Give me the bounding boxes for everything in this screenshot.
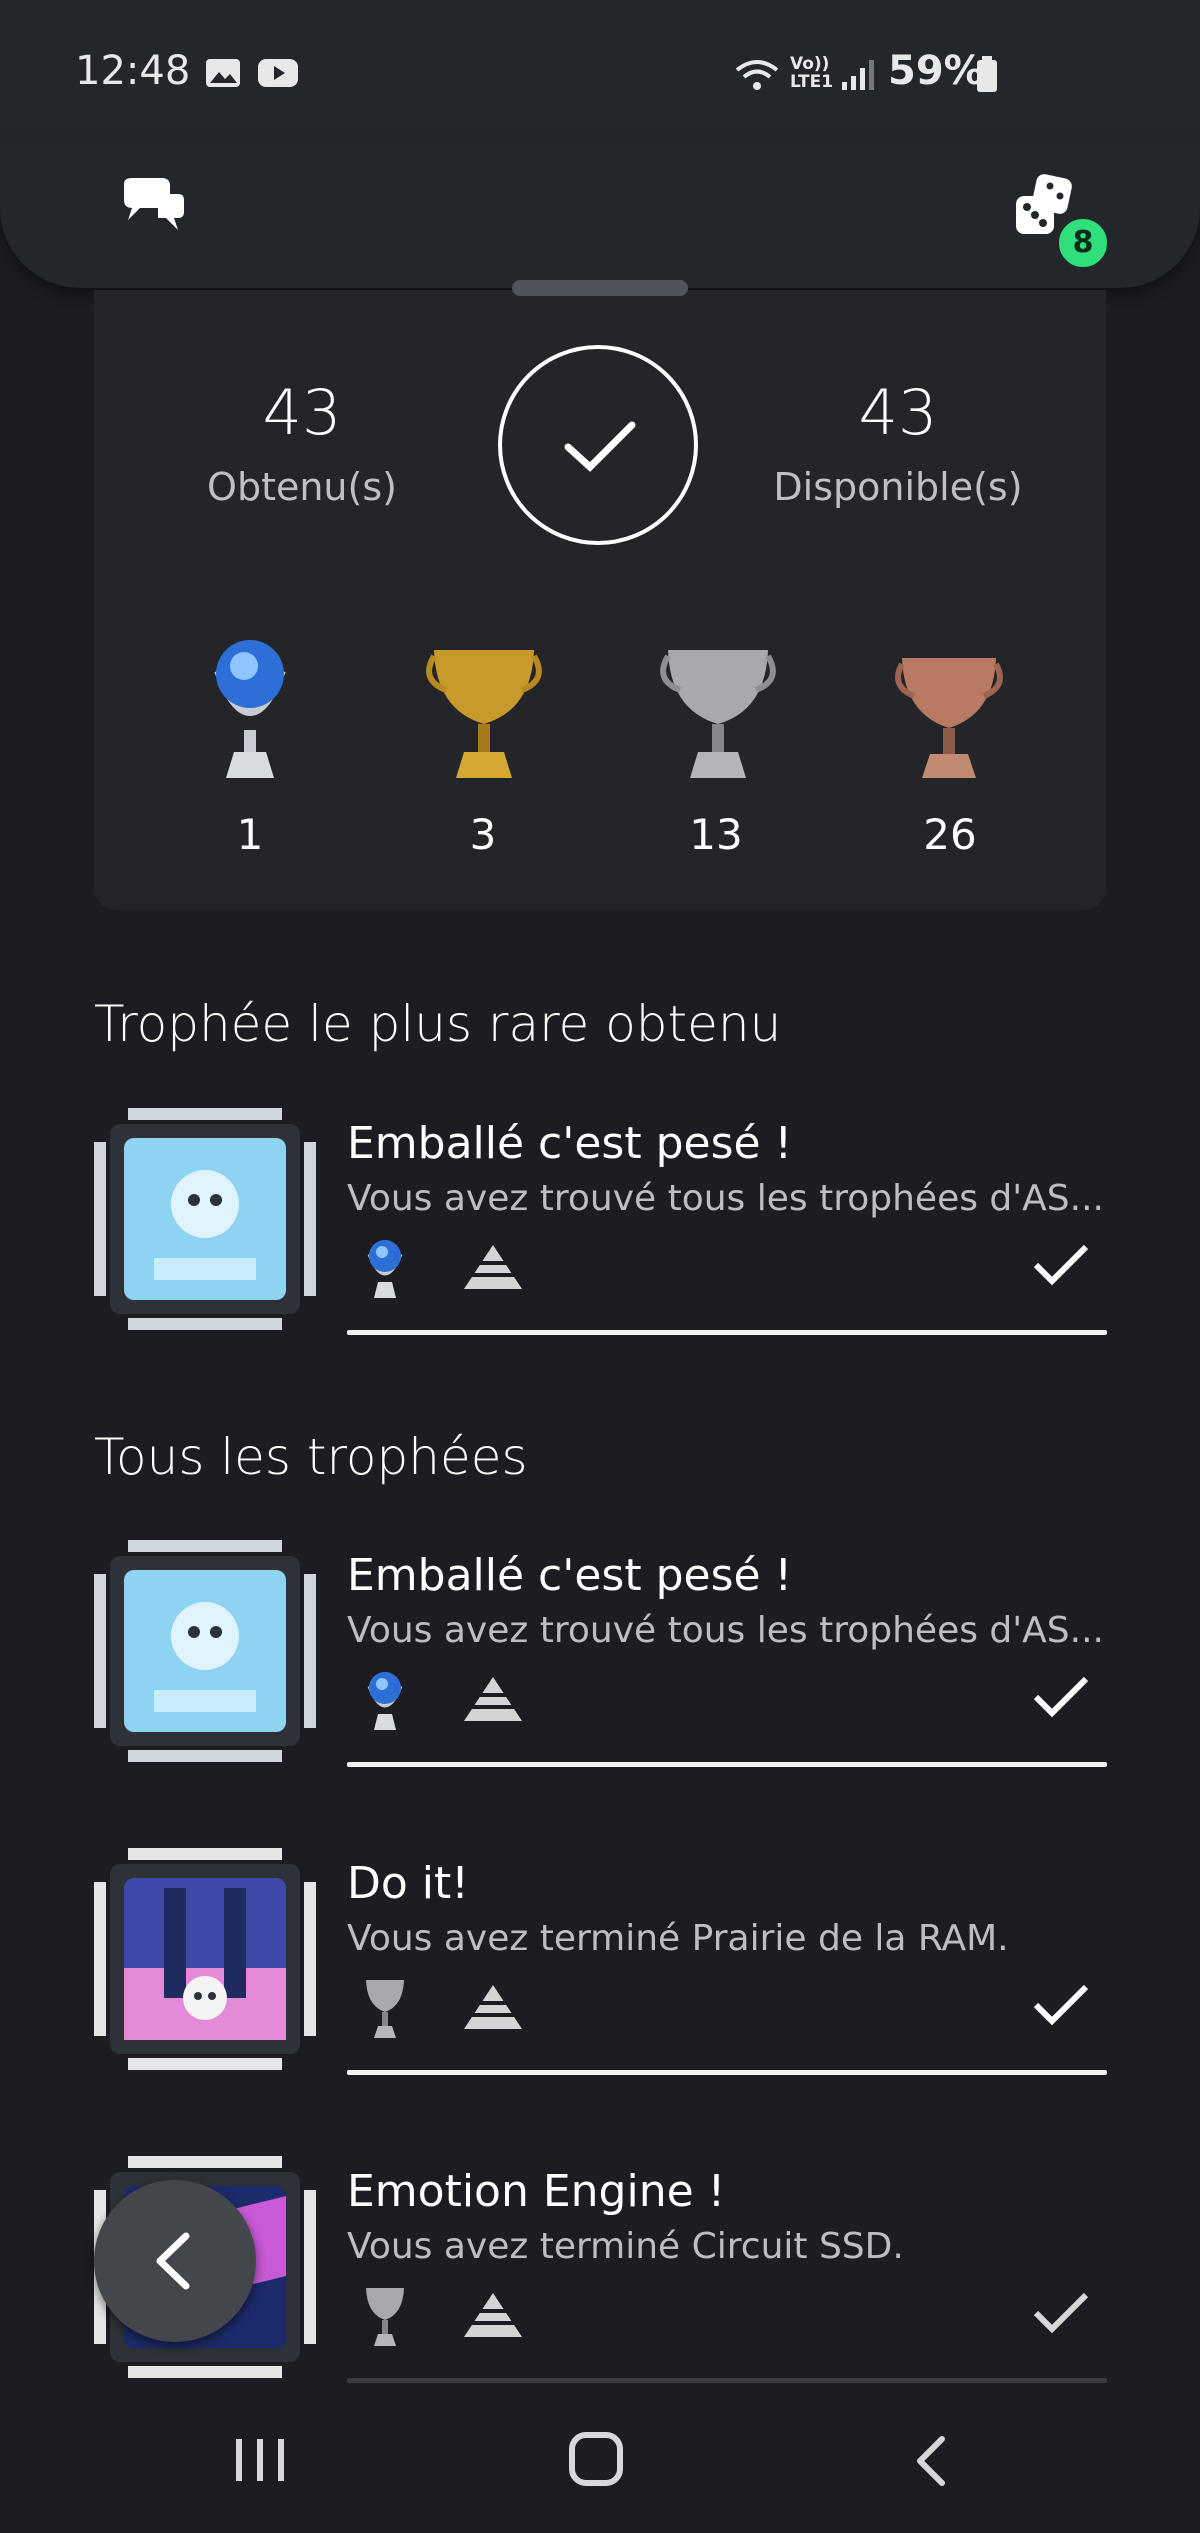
home-icon[interactable] — [568, 2431, 624, 2487]
silver-trophy-icon — [660, 650, 776, 778]
platinum-grade-icon — [367, 1240, 403, 1298]
trophy-description: Vous avez trouvé tous les trophées d'AS.… — [347, 1610, 1104, 1651]
status-bar: 12:48 Vo)) LTE1 59% — [0, 0, 1200, 140]
rarity-pyramid-icon — [462, 2293, 524, 2337]
earned-check-icon — [1033, 2292, 1089, 2334]
trophy-progress-bar — [347, 2070, 1107, 2075]
platinum-grade-icon — [367, 1672, 403, 1730]
trophy-description: Vous avez trouvé tous les trophées d'AS.… — [347, 1178, 1104, 1219]
bronze-count: 26 — [923, 810, 977, 859]
all-trophies-heading: Tous les trophées — [94, 1428, 528, 1486]
back-button[interactable] — [94, 2180, 256, 2342]
rarity-pyramid-icon — [462, 1245, 524, 1289]
platinum-count: 1 — [236, 810, 264, 859]
trophy-progress-bar — [347, 1762, 1107, 1767]
gallery-icon — [206, 59, 240, 87]
trophy-row[interactable]: Do it! Vous avez terminé Prairie de la R… — [94, 1848, 1107, 2078]
game-library-button[interactable]: 8 — [1012, 174, 1110, 270]
recent-apps-icon[interactable] — [232, 2435, 288, 2485]
trophy-row[interactable]: Emballé c'est pesé ! Vous avez trouvé to… — [94, 1540, 1107, 1770]
status-time: 12:48 — [75, 48, 191, 94]
gold-count: 3 — [469, 810, 497, 859]
trophy-title: Emballé c'est pesé ! — [347, 1118, 793, 1169]
system-back-icon[interactable] — [912, 2435, 952, 2487]
platinum-trophy-icon — [214, 640, 286, 778]
available-count: 43 — [858, 376, 938, 449]
network-label: Vo)) LTE1 — [790, 54, 834, 92]
earned-count: 43 — [262, 376, 342, 449]
trophy-description: Vous avez terminé Circuit SSD. — [347, 2226, 904, 2267]
wifi-icon — [735, 60, 779, 90]
silver-grade-icon — [366, 1980, 404, 2038]
trophy-description: Vous avez terminé Prairie de la RAM. — [347, 1918, 1009, 1959]
available-label: Disponible(s) — [773, 465, 1023, 509]
signal-icon — [842, 60, 874, 90]
rarity-pyramid-icon — [462, 1985, 524, 2029]
gold-trophy-icon — [426, 650, 542, 778]
youtube-icon — [258, 59, 298, 87]
bronze-trophy-icon — [895, 658, 1003, 778]
notification-badge: 8 — [1056, 216, 1110, 270]
trophy-art-icon — [94, 1848, 316, 2070]
earned-check-icon — [1033, 1676, 1089, 1718]
system-nav-bar — [0, 2385, 1200, 2533]
trophy-title: Emotion Engine ! — [347, 2166, 726, 2217]
trophy-progress-bar — [347, 1330, 1107, 1335]
completion-check-icon — [498, 345, 698, 545]
earned-check-icon — [1033, 1244, 1089, 1286]
battery-percent: 59% — [888, 48, 984, 94]
trophy-art-icon — [94, 1108, 316, 1330]
silver-grade-icon — [366, 2288, 404, 2346]
trophy-art-icon — [94, 1540, 316, 1762]
chevron-left-icon — [156, 2232, 190, 2290]
rarest-trophy-heading: Trophée le plus rare obtenu — [94, 995, 782, 1053]
sheet-drag-handle[interactable] — [512, 280, 688, 296]
earned-check-icon — [1033, 1984, 1089, 2026]
trophy-progress-bar — [347, 2378, 1107, 2383]
trophy-title: Do it! — [347, 1858, 469, 1909]
trophy-title: Emballé c'est pesé ! — [347, 1550, 793, 1601]
earned-label: Obtenu(s) — [207, 465, 397, 509]
battery-icon — [977, 56, 997, 92]
rarity-pyramid-icon — [462, 1677, 524, 1721]
chat-icon[interactable] — [118, 176, 188, 238]
trophy-row-rarest[interactable]: Emballé c'est pesé ! Vous avez trouvé to… — [94, 1108, 1107, 1338]
silver-count: 13 — [689, 810, 743, 859]
app-header: 8 — [0, 138, 1200, 288]
